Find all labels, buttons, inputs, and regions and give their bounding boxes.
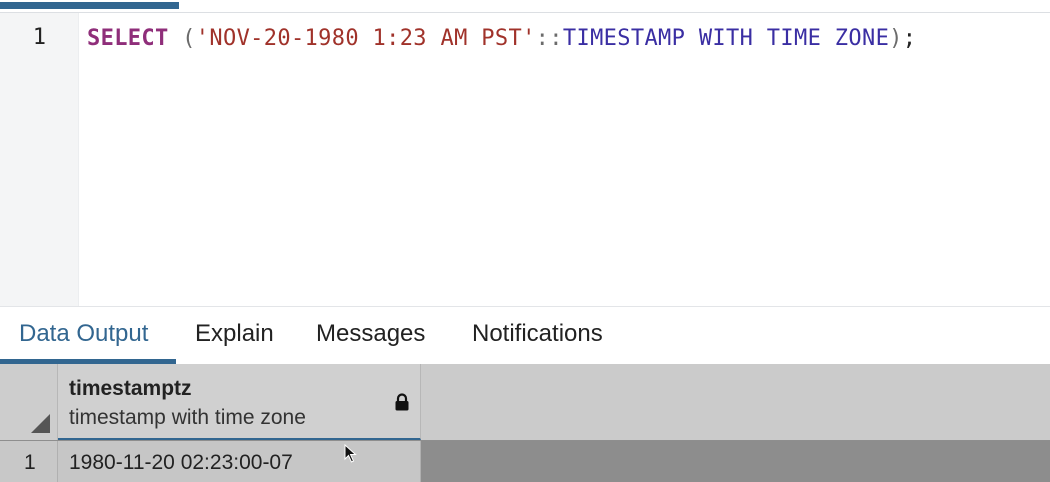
row-number: 1: [24, 451, 36, 474]
string-literal: 'NOV-20-1980 1:23 AM PST': [195, 26, 536, 51]
mouse-cursor-icon: [344, 444, 357, 463]
code-line[interactable]: SELECT ('NOV-20-1980 1:23 AM PST'::TIMES…: [87, 25, 916, 53]
cell-value: 1980-11-20 02:23:00-07: [69, 451, 293, 474]
result-tabs: Data Output Explain Messages Notificatio…: [0, 306, 1050, 365]
editor-tab-strip: [0, 0, 1050, 13]
column-type: timestamp with time zone: [69, 406, 306, 429]
column-name: timestamptz: [69, 377, 192, 400]
sql-editor[interactable]: 1 SELECT ('NOV-20-1980 1:23 AM PST'::TIM…: [0, 13, 1050, 306]
column-header[interactable]: timestamptz timestamp with time zone: [58, 364, 421, 440]
select-all-corner[interactable]: [0, 364, 58, 440]
tab-messages[interactable]: Messages: [316, 320, 425, 348]
cast-operator: ::: [535, 26, 563, 51]
lock-icon: [395, 393, 409, 411]
empty-grid-area: [421, 441, 1050, 482]
close-paren: ): [889, 26, 903, 51]
data-grid: timestamptz timestamp with time zone 1 1…: [0, 364, 1050, 482]
active-editor-tab-indicator: [0, 2, 179, 9]
tab-notifications[interactable]: Notifications: [472, 320, 603, 348]
line-gutter: 1: [0, 13, 79, 306]
tab-data-output[interactable]: Data Output: [19, 320, 148, 348]
line-number: 1: [32, 25, 46, 50]
grid-header: timestamptz timestamp with time zone: [0, 364, 1050, 440]
corner-triangle-icon: [31, 414, 50, 433]
row-number-cell[interactable]: 1: [0, 441, 58, 482]
grid-header-filler: [421, 364, 1050, 440]
sql-keyword: SELECT: [87, 26, 169, 51]
semicolon: ;: [902, 26, 917, 51]
open-paren: (: [168, 26, 196, 51]
type-name: TIMESTAMP WITH TIME ZONE: [562, 26, 890, 51]
data-cell[interactable]: 1980-11-20 02:23:00-07: [58, 441, 421, 482]
tab-explain[interactable]: Explain: [195, 320, 274, 348]
table-row[interactable]: 1 1980-11-20 02:23:00-07: [0, 441, 1050, 482]
